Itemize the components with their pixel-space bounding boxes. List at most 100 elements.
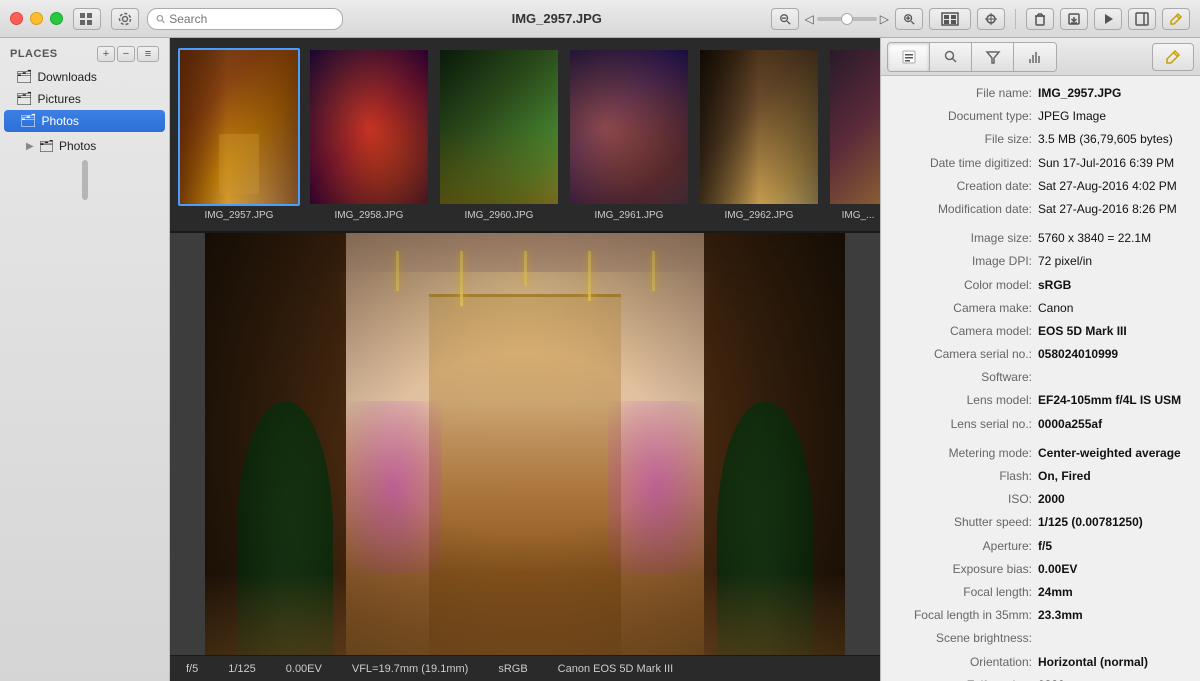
info-row-lensserial: Lens serial no.: 0000a255af [881,413,1200,436]
info-tab-group [887,42,1057,72]
info-label: Exif version: [893,676,1038,681]
info-row-colormodel: Color model: sRGB [881,274,1200,297]
film-item-2[interactable]: IMG_2960.JPG [438,48,560,221]
window-title: IMG_2957.JPG [343,11,771,26]
info-label: Shutter speed: [893,513,1038,532]
tab-search[interactable] [930,43,972,71]
status-vfl: VFL=19.7mm (19.1mm) [352,663,468,675]
info-row-imagesize: Image size: 5760 x 3840 = 22.1M [881,227,1200,250]
slideshow-button[interactable] [1094,8,1122,30]
info-label: Modification date: [893,200,1038,219]
film-label: IMG_2958.JPG [335,210,404,221]
film-thumb[interactable] [568,48,690,206]
info-label: Scene brightness: [893,629,1038,648]
info-label: File size: [893,130,1038,149]
grid-view-button[interactable] [73,8,101,30]
info-value: Canon [1038,299,1188,318]
actual-size-button[interactable] [929,8,971,30]
info-row-lensmodel: Lens model: EF24-105mm f/4L IS USM [881,389,1200,412]
info-value: EOS 5D Mark III [1038,322,1188,341]
scrollbar[interactable] [82,160,88,200]
info-label: Date time digitized: [893,154,1038,173]
info-row-exif: Exif version: 0230 [881,674,1200,681]
sidebar-controls: + − ≡ [97,46,159,62]
info-content: File name: IMG_2957.JPG Document type: J… [881,76,1200,681]
film-label: IMG_2960.JPG [465,210,534,221]
divider [1015,9,1016,29]
sidebar-item-label: Pictures [38,92,81,106]
sidebar-item-downloads[interactable]: 🗂 Downloads [0,66,169,88]
close-button[interactable] [10,12,23,25]
tab-histogram[interactable] [1014,43,1056,71]
info-value: EF24-105mm f/4L IS USM [1038,391,1188,410]
sidebar-title: Places [10,48,58,60]
minimize-button[interactable] [30,12,43,25]
film-thumb[interactable] [438,48,560,206]
info-row-shutter: Shutter speed: 1/125 (0.00781250) [881,511,1200,534]
fit-to-window-button[interactable] [977,8,1005,30]
info-label: Lens serial no.: [893,415,1038,434]
film-item-5[interactable]: IMG_... [828,48,880,221]
info-value: JPEG Image [1038,107,1188,126]
film-item-0[interactable]: IMG_2957.JPG [178,48,300,221]
info-label: Metering mode: [893,444,1038,463]
delete-button[interactable] [1026,8,1054,30]
info-value: 058024010999 [1038,345,1188,364]
info-value [1038,368,1188,387]
film-item-1[interactable]: IMG_2958.JPG [308,48,430,221]
folder-icon: 🗂 [16,69,33,85]
tab-filter[interactable] [972,43,1014,71]
info-label: Software: [893,368,1038,387]
sidebar-item-photos[interactable]: 🗂 Photos [4,110,165,132]
film-thumb[interactable] [178,48,300,206]
zoom-in-button[interactable] [895,8,923,30]
panel-toggle-button[interactable] [1128,8,1156,30]
info-value: 5760 x 3840 = 22.1M [1038,229,1188,248]
info-row-doctype: Document type: JPEG Image [881,105,1200,128]
folder-icon: 🗂 [39,139,54,153]
status-aperture: f/5 [186,663,198,675]
sidebar-group-photos[interactable]: ▶ 🗂 Photos [0,136,169,156]
info-row-metering: Metering mode: Center-weighted average [881,442,1200,465]
sidebar-item-pictures[interactable]: 🗂 Pictures [0,88,169,110]
info-row-orientation: Orientation: Horizontal (normal) [881,651,1200,674]
film-item-4[interactable]: IMG_2962.JPG [698,48,820,221]
info-value: Horizontal (normal) [1038,653,1188,672]
film-thumb[interactable] [698,48,820,206]
info-value: f/5 [1038,537,1188,556]
export-button[interactable] [1060,8,1088,30]
status-bar: f/5 1/125 0.00EV VFL=19.7mm (19.1mm) sRG… [170,655,880,681]
info-value: 72 pixel/in [1038,252,1188,271]
film-thumb[interactable] [828,48,880,206]
info-label: Image DPI: [893,252,1038,271]
edit-button[interactable] [1162,8,1190,30]
sidebar-group: ▶ 🗂 Photos [0,136,169,156]
info-row-cameramake: Camera make: Canon [881,297,1200,320]
info-value: IMG_2957.JPG [1038,84,1188,103]
info-value: 0230 [1038,676,1188,681]
settings-button[interactable] [111,8,139,30]
sidebar-header: Places + − ≡ [0,38,169,66]
info-label: Focal length in 35mm: [893,606,1038,625]
film-thumb[interactable] [308,48,430,206]
search-bar[interactable] [147,8,343,30]
zoom-out-button[interactable] [771,8,799,30]
info-row-flash: Flash: On, Fired [881,465,1200,488]
info-row-aperture: Aperture: f/5 [881,535,1200,558]
info-panel: File name: IMG_2957.JPG Document type: J… [880,38,1200,681]
zoom-slider[interactable]: ◁ ▷ [805,12,889,26]
sidebar-item-label: Downloads [38,70,97,84]
info-label: Camera model: [893,322,1038,341]
info-row-cameraserial: Camera serial no.: 058024010999 [881,343,1200,366]
tab-info[interactable] [888,43,930,71]
search-input[interactable] [169,12,334,26]
film-label: IMG_2961.JPG [595,210,664,221]
sidebar-options-button[interactable]: ≡ [137,46,159,62]
tab-edit[interactable] [1152,43,1194,71]
folder-icon: 🗂 [16,91,33,107]
info-row-focal35: Focal length in 35mm: 23.3mm [881,604,1200,627]
maximize-button[interactable] [50,12,63,25]
add-sidebar-item-button[interactable]: + [97,46,115,62]
remove-sidebar-item-button[interactable]: − [117,46,135,62]
film-item-3[interactable]: IMG_2961.JPG [568,48,690,221]
